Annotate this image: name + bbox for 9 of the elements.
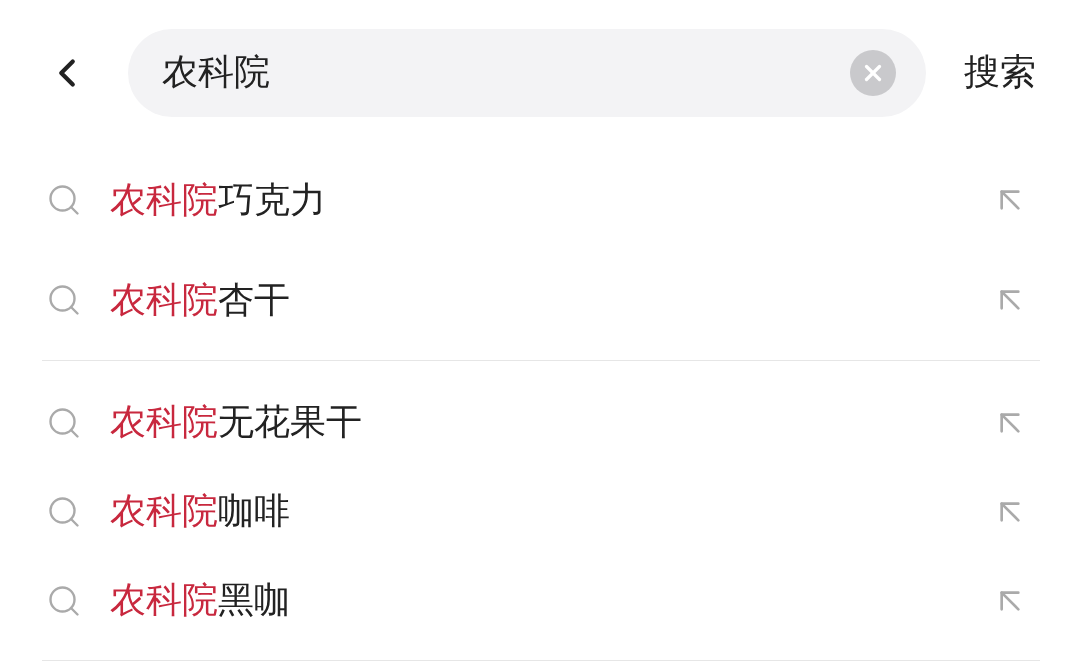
search-button[interactable]: 搜索 xyxy=(964,48,1036,97)
suggestion-text[interactable]: 农科院黑咖 xyxy=(110,576,962,625)
search-icon xyxy=(46,182,82,218)
suggestion-text[interactable]: 农科院无花果干 xyxy=(110,398,962,447)
search-icon xyxy=(46,282,82,318)
suggestion-text[interactable]: 农科院咖啡 xyxy=(110,487,962,536)
search-field[interactable]: 农科院 xyxy=(128,28,926,117)
suggestion-text[interactable]: 农科院杏干 xyxy=(110,275,962,325)
suggestion-text[interactable]: 农科院巧克力 xyxy=(110,175,962,225)
